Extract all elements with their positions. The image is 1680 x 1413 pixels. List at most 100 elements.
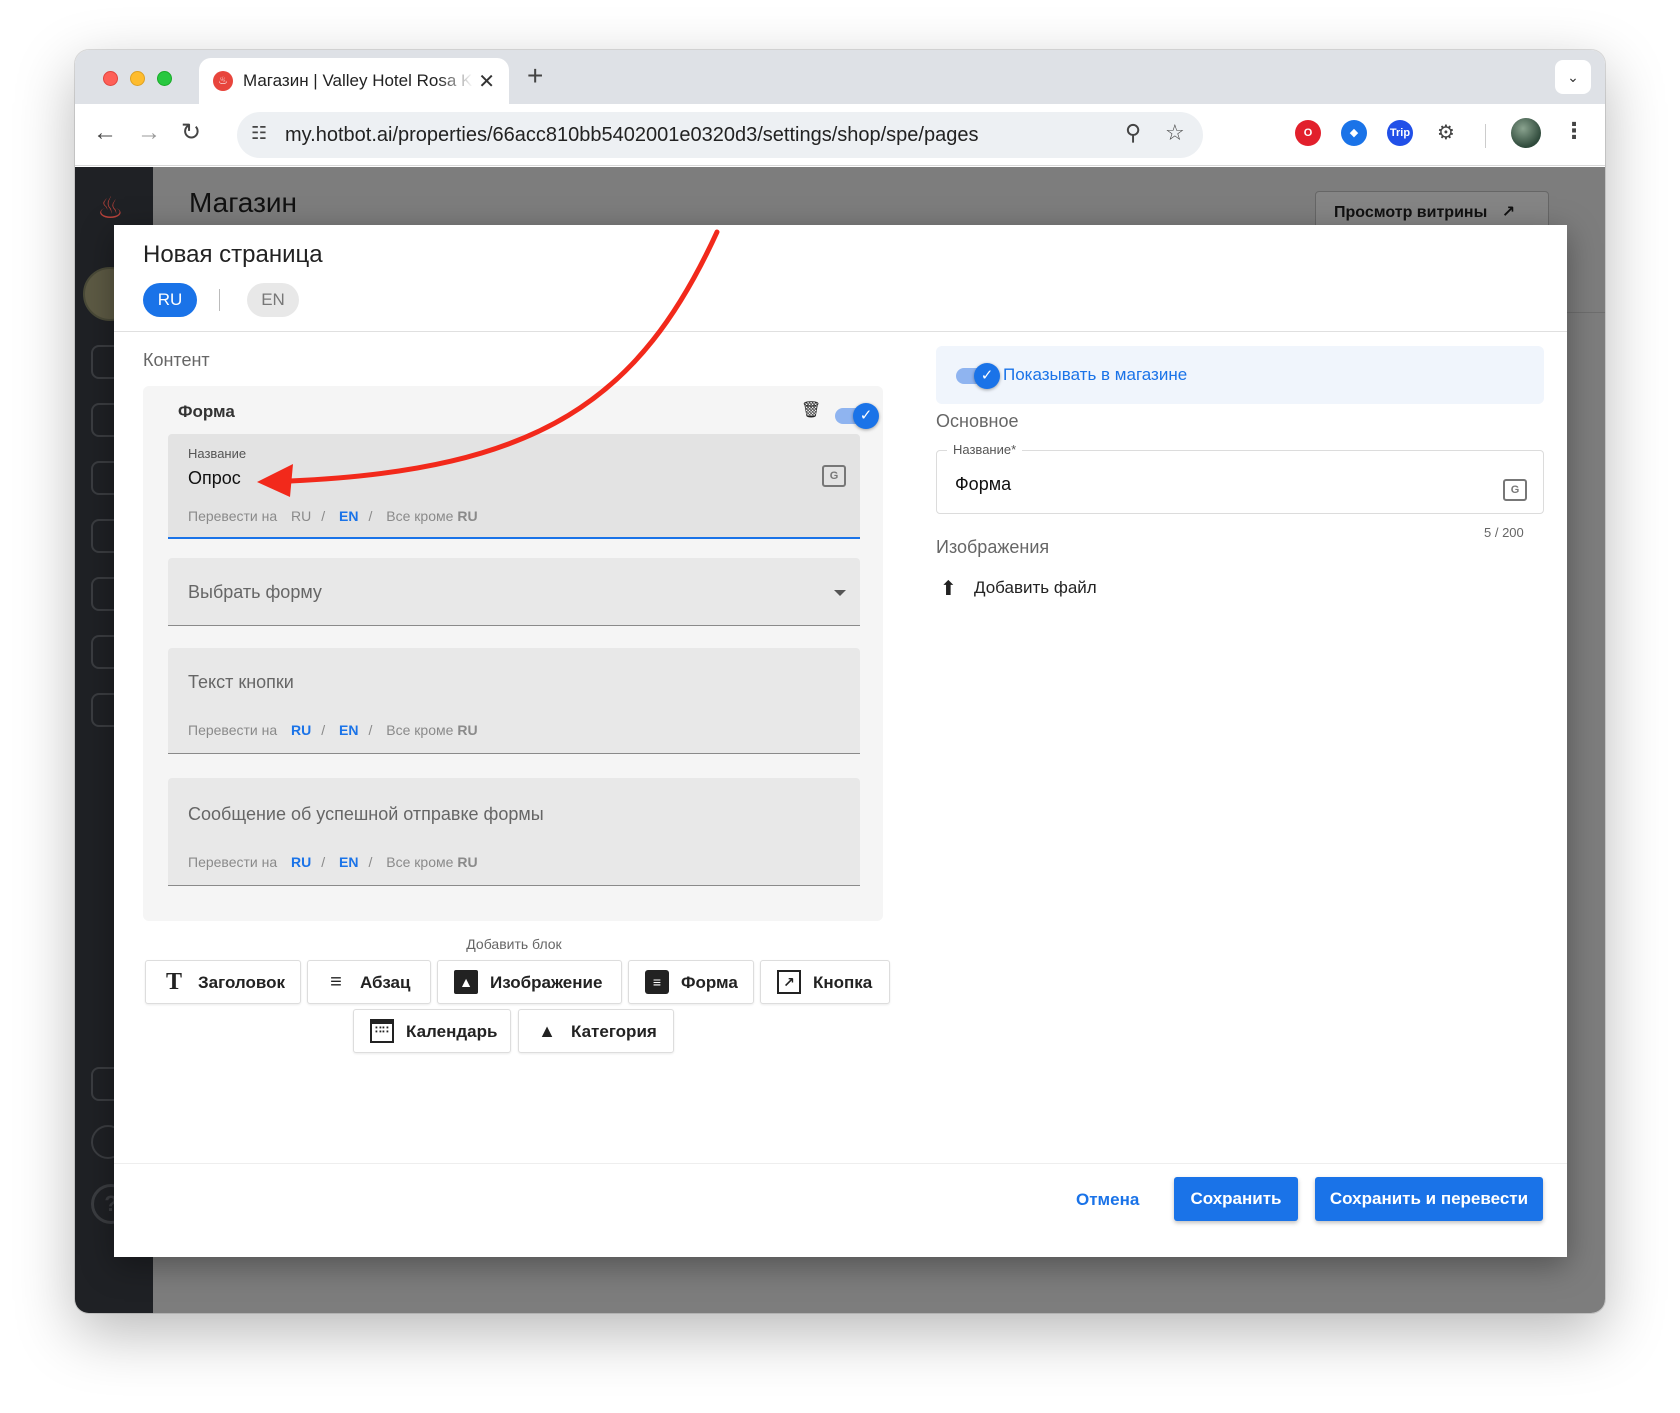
zoom-icon[interactable]: ⚲ bbox=[1125, 120, 1141, 146]
page-name-field[interactable]: Название* Форма G bbox=[936, 442, 1544, 514]
translate-ru-link[interactable]: RU bbox=[291, 722, 311, 738]
add-image-button[interactable]: ▲ Изображение bbox=[437, 960, 622, 1004]
translate-links: Перевести на RU / EN / Все кроме RU bbox=[188, 722, 478, 738]
upload-icon: ⬆ bbox=[940, 578, 957, 600]
reload-icon[interactable]: ↻ bbox=[181, 120, 201, 146]
form-select[interactable]: Выбрать форму bbox=[168, 558, 860, 626]
hotbot-logo-icon: ♨ bbox=[97, 192, 124, 225]
translate-en-link[interactable]: EN bbox=[339, 508, 358, 524]
content-section-label: Контент bbox=[143, 350, 210, 370]
images-section-label: Изображения bbox=[936, 537, 1050, 557]
success-message-placeholder: Сообщение об успешной отправке формы bbox=[188, 804, 544, 824]
profile-avatar[interactable] bbox=[1511, 118, 1541, 148]
url-text[interactable]: my.hotbot.ai/properties/66acc810bb540200… bbox=[285, 124, 978, 147]
title-icon: T bbox=[165, 969, 182, 995]
trip-extension-icon[interactable]: Trip bbox=[1387, 120, 1413, 146]
translate-prefix: Перевести на bbox=[188, 854, 278, 870]
block-name-field[interactable]: Название Опрос G Перевести на RU / EN / Вс… bbox=[168, 434, 860, 539]
tab-bar: ♨ Магазин | Valley Hotel Rosa K ✕ + ⌄ bbox=[75, 50, 1605, 104]
minimize-window-button[interactable] bbox=[130, 71, 145, 86]
puzzle-icon[interactable]: ⚙ bbox=[1433, 120, 1459, 146]
chip-label: Кнопка bbox=[813, 973, 873, 992]
calendar-icon: ∷∷ bbox=[370, 1019, 394, 1043]
save-button[interactable]: Сохранить bbox=[1174, 1177, 1298, 1221]
close-window-button[interactable] bbox=[103, 71, 118, 86]
address-bar[interactable]: ☷ my.hotbot.ai/properties/66acc810bb5402… bbox=[237, 112, 1203, 158]
forward-icon[interactable]: → bbox=[137, 120, 161, 146]
lang-divider bbox=[219, 289, 220, 311]
translate-all-link[interactable]: RU bbox=[457, 854, 477, 870]
tab-close-icon[interactable]: ✕ bbox=[478, 69, 495, 94]
browser-toolbar: ← → ↻ ☷ my.hotbot.ai/properties/66acc810… bbox=[75, 104, 1605, 166]
flame-icon: ♨ bbox=[213, 71, 233, 91]
new-page-dialog: Новая страница RU EN Контент Форма 🗑 ✓ Н… bbox=[114, 225, 1567, 1257]
add-form-button[interactable]: ≡ Форма bbox=[628, 960, 754, 1004]
bookmark-star-icon[interactable]: ☆ bbox=[1165, 120, 1185, 146]
add-calendar-button[interactable]: ∷∷ Календарь bbox=[353, 1009, 511, 1053]
form-select-placeholder: Выбрать форму bbox=[188, 582, 322, 602]
tag-extension-icon[interactable]: ◆ bbox=[1341, 120, 1367, 146]
translate-links: Перевести на RU / EN / Все кроме RU bbox=[188, 508, 478, 524]
success-message-field[interactable]: Сообщение об успешной отправке формы Пер… bbox=[168, 778, 860, 886]
translate-en-link[interactable]: EN bbox=[339, 722, 358, 738]
show-in-shop-row[interactable]: ✓ Показывать в магазине bbox=[936, 346, 1544, 404]
translate-all-link[interactable]: RU bbox=[457, 722, 477, 738]
check-icon[interactable]: ✓ bbox=[853, 403, 879, 429]
toolbar-divider bbox=[1485, 124, 1486, 148]
trash-icon[interactable]: 🗑 bbox=[801, 400, 821, 420]
back-icon[interactable]: ← bbox=[93, 120, 117, 146]
tab-search-chevron-icon[interactable]: ⌄ bbox=[1555, 60, 1591, 94]
form-block-card: Форма 🗑 ✓ Название Опрос G Перевести на … bbox=[143, 386, 883, 921]
clipboard-icon: ≡ bbox=[645, 970, 669, 994]
chip-label: Абзац bbox=[360, 973, 411, 992]
name-field-value[interactable]: Опрос bbox=[188, 468, 241, 489]
save-and-translate-button[interactable]: Сохранить и перевести bbox=[1315, 1177, 1543, 1221]
char-counter: 5 / 200 bbox=[1484, 525, 1524, 540]
page-name-value[interactable]: Форма bbox=[955, 474, 1011, 495]
add-paragraph-button[interactable]: ≡ Абзац bbox=[307, 960, 431, 1004]
check-icon[interactable]: ✓ bbox=[974, 363, 1000, 389]
lang-tab-ru[interactable]: RU bbox=[143, 283, 197, 317]
google-translate-icon[interactable]: G bbox=[822, 465, 846, 487]
translate-all-prefix: Все кроме bbox=[386, 854, 454, 870]
translate-all-prefix: Все кроме bbox=[386, 722, 454, 738]
page-name-label: Название* bbox=[947, 442, 1023, 457]
translate-ru-link[interactable]: RU bbox=[291, 854, 311, 870]
translate-prefix: Перевести на bbox=[188, 508, 278, 524]
translate-en-link[interactable]: EN bbox=[339, 854, 358, 870]
translate-ru-link[interactable]: RU bbox=[291, 508, 311, 524]
tab-title: Магазин | Valley Hotel Rosa K bbox=[243, 71, 473, 90]
add-heading-button[interactable]: T Заголовок bbox=[145, 960, 301, 1004]
translate-all-link[interactable]: RU bbox=[457, 508, 477, 524]
chip-label: Категория bbox=[571, 1022, 657, 1041]
dialog-title: Новая страница bbox=[143, 241, 323, 268]
button-text-placeholder: Текст кнопки bbox=[188, 672, 294, 692]
add-category-button[interactable]: ▲ Категория bbox=[518, 1009, 674, 1053]
add-block-label: Добавить блок bbox=[466, 936, 562, 952]
image-icon: ▲ bbox=[454, 970, 478, 994]
preview-button-label: Просмотр витрины bbox=[1334, 204, 1488, 221]
add-button-button[interactable]: ↗ Кнопка bbox=[760, 960, 890, 1004]
name-field-label: Название bbox=[188, 446, 247, 461]
button-text-field[interactable]: Текст кнопки Перевести на RU / EN / Все кр… bbox=[168, 648, 860, 754]
block-title: Форма bbox=[178, 402, 235, 421]
browser-tab[interactable]: ♨ Магазин | Valley Hotel Rosa K ✕ bbox=[199, 58, 509, 104]
show-in-shop-label[interactable]: Показывать в магазине bbox=[1003, 365, 1187, 385]
external-link-icon: ↗ bbox=[777, 970, 801, 994]
paragraph-icon: ≡ bbox=[330, 971, 342, 993]
dialog-header: Новая страница RU EN bbox=[114, 225, 1567, 332]
page-title: Магазин bbox=[189, 187, 298, 218]
maximize-window-button[interactable] bbox=[157, 71, 172, 86]
add-file-label: Добавить файл bbox=[974, 578, 1097, 597]
opera-icon[interactable]: O bbox=[1295, 120, 1321, 146]
chip-label: Заголовок bbox=[198, 973, 286, 992]
google-translate-icon[interactable]: G bbox=[1503, 479, 1527, 501]
new-tab-icon[interactable]: + bbox=[527, 60, 543, 92]
cancel-button[interactable]: Отмена bbox=[1076, 1190, 1139, 1210]
external-arrow-icon: ↗ bbox=[1501, 204, 1516, 221]
chip-label: Изображение bbox=[490, 973, 603, 992]
site-settings-icon[interactable]: ☷ bbox=[251, 123, 267, 144]
lang-tab-en[interactable]: EN bbox=[247, 283, 299, 317]
browser-menu-icon[interactable]: ⋮ bbox=[1563, 118, 1585, 144]
chip-label: Форма bbox=[681, 973, 738, 992]
